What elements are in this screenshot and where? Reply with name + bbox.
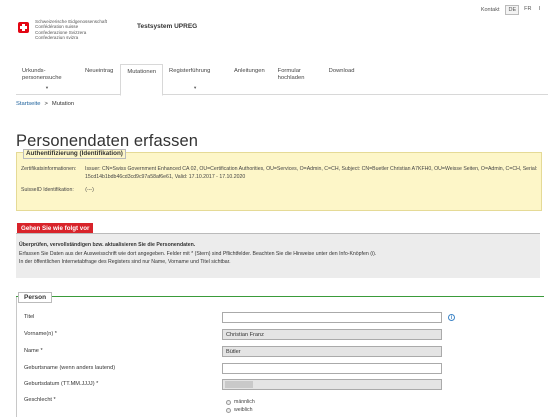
instructions-panel: Überprüfen, vervollständigen bzw. aktual… xyxy=(16,233,540,278)
chevron-down-icon: ▼ xyxy=(193,85,198,90)
suisseid-value: (---) xyxy=(85,187,94,193)
header: Schweizerische Eidgenossenschaft Confédé… xyxy=(0,0,548,58)
radio-icon[interactable] xyxy=(226,407,231,413)
menu-item-formular-hochladen[interactable]: Formular hochladen xyxy=(272,64,323,94)
vorname-label: Vorname(n) * xyxy=(24,331,57,337)
radio-icon[interactable] xyxy=(226,399,231,405)
authentication-panel: Authentifizierung (Identifikation) Zerti… xyxy=(16,149,542,211)
certificate-row: Zertifikatsinformationen: Issuer: CN=Swi… xyxy=(21,166,537,180)
certificate-label: Zertifikatsinformationen: xyxy=(21,166,77,172)
person-fieldset: Person Titel i Vorname(n) * Christian Fr… xyxy=(16,292,544,417)
system-title: Testsystem UPREG xyxy=(137,23,198,30)
main-menu: Urkunds- personensuche ▼ Neueintrag Muta… xyxy=(16,64,548,96)
instructions-line-2: Erfassen Sie Daten aus der Ausweisschrif… xyxy=(19,251,377,257)
menu-item-mutationen[interactable]: Mutationen xyxy=(120,64,164,96)
instructions-line-3: In der öffentlichen Internetabfrage des … xyxy=(19,259,231,265)
radio-weiblich[interactable]: weiblich xyxy=(226,407,252,413)
geburtsname-input[interactable] xyxy=(222,363,442,374)
confederation-label: Schweizerische Eidgenossenschaft Confédé… xyxy=(35,19,108,41)
authentication-legend: Authentifizierung (Identifikation) xyxy=(23,149,126,159)
geburtsname-label: Geburtsname (wenn anders lautend) xyxy=(24,365,116,371)
geschlecht-label: Geschlecht * xyxy=(24,397,56,403)
breadcrumb-separator: > xyxy=(44,101,48,107)
geburtsdatum-input[interactable] xyxy=(222,379,442,390)
geburtsdatum-label: Geburtsdatum (TT.MM.JJJJ) * xyxy=(24,381,99,387)
menu-item-anleitungen[interactable]: Anleitungen xyxy=(228,64,272,94)
vorname-input[interactable]: Christian Franz xyxy=(222,329,442,340)
name-input[interactable]: Bütler xyxy=(222,346,442,357)
instructions-line-1: Überprüfen, vervollständigen bzw. aktual… xyxy=(19,242,196,248)
menu-item-neueintrag[interactable]: Neueintrag xyxy=(79,64,120,94)
info-icon[interactable]: i xyxy=(448,314,455,321)
suisseid-row: SuisseID Identifikation: (---) xyxy=(21,187,94,195)
radio-maennlich[interactable]: männlich xyxy=(226,399,255,405)
breadcrumb-home[interactable]: Startseite xyxy=(16,101,41,107)
chevron-down-icon: ▼ xyxy=(45,85,49,90)
menu-item-download[interactable]: Download xyxy=(323,64,362,94)
menu-item-urkundspersonensuche[interactable]: Urkunds- personensuche ▼ xyxy=(16,64,79,94)
redacted-value xyxy=(225,381,253,388)
titel-input[interactable] xyxy=(222,312,442,323)
breadcrumb-current: Mutation xyxy=(51,101,75,107)
person-legend: Person xyxy=(18,292,53,303)
certificate-value: Issuer: CN=Swiss Government Enhanced CA … xyxy=(85,166,538,180)
breadcrumb: Startseite > Mutation xyxy=(16,101,74,107)
name-label: Name * xyxy=(24,348,43,354)
suisseid-label: SuisseID Identifikation: xyxy=(21,187,74,193)
titel-label: Titel xyxy=(24,314,35,320)
menu-item-registerfuehrung[interactable]: Registerführung ▼ xyxy=(163,64,228,94)
fieldset-border xyxy=(16,297,17,417)
swiss-flag-icon[interactable] xyxy=(18,22,29,33)
